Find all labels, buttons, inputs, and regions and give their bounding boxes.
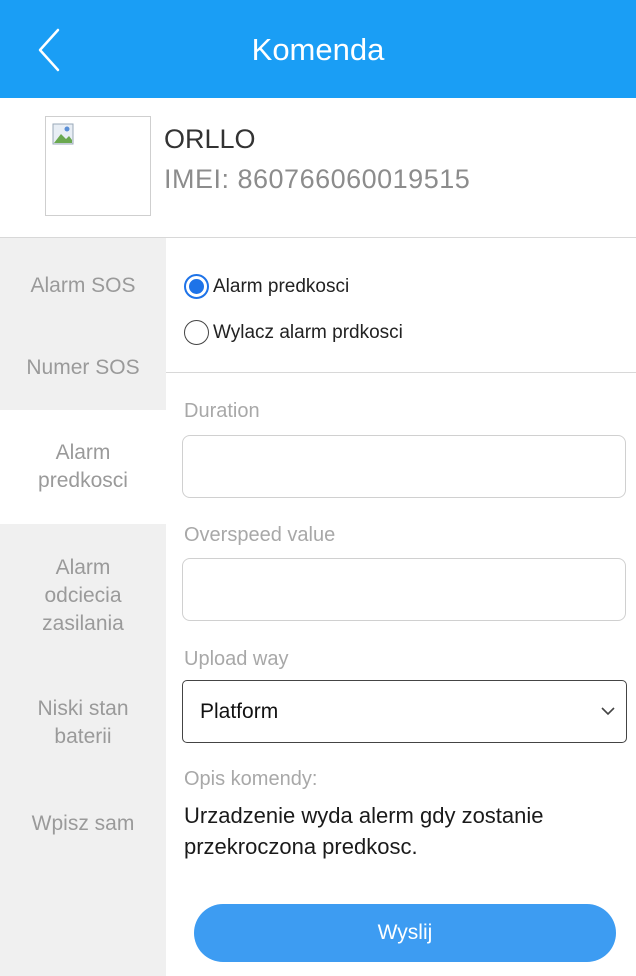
upload-way-select[interactable]: Platform	[182, 680, 627, 743]
description-text: Urzadzenie wyda alerm gdy zostanie przek…	[184, 803, 544, 859]
radio-alarm-predkosci[interactable]: Alarm predkosci	[184, 274, 349, 299]
overspeed-input[interactable]	[182, 558, 626, 621]
sidebar-item-label: Alarm odciecia zasilania	[42, 556, 124, 635]
sidebar-item-label: Alarm SOS	[30, 274, 136, 297]
description-label: Opis komendy:	[184, 768, 318, 790]
sidebar-item-label: Alarm predkosci	[38, 441, 128, 492]
device-info: ORLLO IMEI: 860766060019515	[0, 98, 636, 238]
app-header: Komenda	[0, 0, 636, 98]
radio-label: Wylacz alarm prdkosci	[213, 321, 403, 343]
chevron-down-icon	[601, 707, 615, 716]
sidebar-item-wpisz-sam[interactable]: Wpisz sam	[0, 804, 166, 844]
sidebar-item-label: Niski stan baterii	[37, 697, 129, 748]
sidebar-item-alarm-odciecia-zasilania[interactable]: Alarm odciecia zasilania	[0, 546, 166, 646]
device-image	[45, 116, 151, 216]
radio-checked-icon[interactable]	[184, 274, 209, 299]
broken-image-icon	[52, 123, 74, 145]
send-button[interactable]: Wyslij	[194, 904, 616, 962]
sidebar-item-alarm-predkosci[interactable]: Alarm predkosci	[0, 410, 166, 524]
command-sidebar: Alarm SOS Numer SOS Alarm predkosci Alar…	[0, 238, 166, 976]
sidebar-item-numer-sos[interactable]: Numer SOS	[0, 346, 166, 390]
device-imei: IMEI: 860766060019515	[164, 164, 471, 194]
radio-wylacz-alarm[interactable]: Wylacz alarm prdkosci	[184, 320, 403, 345]
sidebar-item-niski-stan-baterii[interactable]: Niski stan baterii	[0, 688, 166, 758]
upload-way-label: Upload way	[184, 648, 289, 670]
sidebar-item-alarm-sos[interactable]: Alarm SOS	[0, 266, 166, 306]
sidebar-item-label: Numer SOS	[26, 356, 140, 379]
overspeed-label: Overspeed value	[184, 524, 336, 546]
upload-way-value: Platform	[200, 700, 279, 723]
duration-input[interactable]	[182, 435, 626, 498]
radio-unchecked-icon[interactable]	[184, 320, 209, 345]
page-title: Komenda	[251, 32, 385, 67]
command-form: Alarm predkosci Wylacz alarm prdkosci Du…	[166, 238, 636, 976]
radio-label: Alarm predkosci	[213, 275, 350, 297]
sidebar-item-label: Wpisz sam	[31, 812, 135, 835]
divider	[166, 372, 636, 373]
duration-label: Duration	[184, 400, 260, 422]
device-name: ORLLO	[164, 124, 256, 154]
